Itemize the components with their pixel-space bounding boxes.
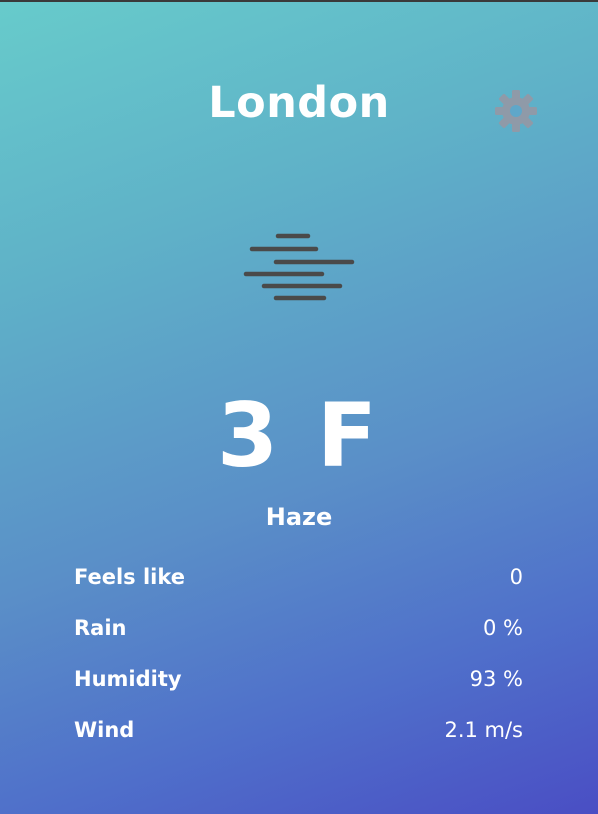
detail-row-rain: Rain 0 %	[74, 602, 523, 653]
detail-value: 93 %	[469, 666, 523, 691]
detail-label: Rain	[74, 615, 127, 640]
detail-row-wind: Wind 2.1 m/s	[74, 704, 523, 755]
detail-row-humidity: Humidity 93 %	[74, 653, 523, 704]
haze-icon	[243, 233, 355, 301]
detail-value: 0	[509, 564, 523, 589]
weather-details: Feels like 0 Rain 0 % Humidity 93 % Wind…	[74, 551, 523, 755]
detail-label: Feels like	[74, 564, 186, 589]
detail-label: Humidity	[74, 666, 182, 691]
weather-app: London 3 F Haze Feels like 0 Rain 0 % Hu…	[0, 0, 598, 814]
detail-row-feels-like: Feels like 0	[74, 551, 523, 602]
temperature: 3 F	[217, 384, 381, 487]
gear-icon[interactable]	[493, 88, 539, 134]
detail-value: 2.1 m/s	[444, 717, 523, 742]
weather-condition: Haze	[265, 503, 333, 531]
detail-label: Wind	[74, 717, 135, 742]
detail-value: 0 %	[483, 615, 523, 640]
